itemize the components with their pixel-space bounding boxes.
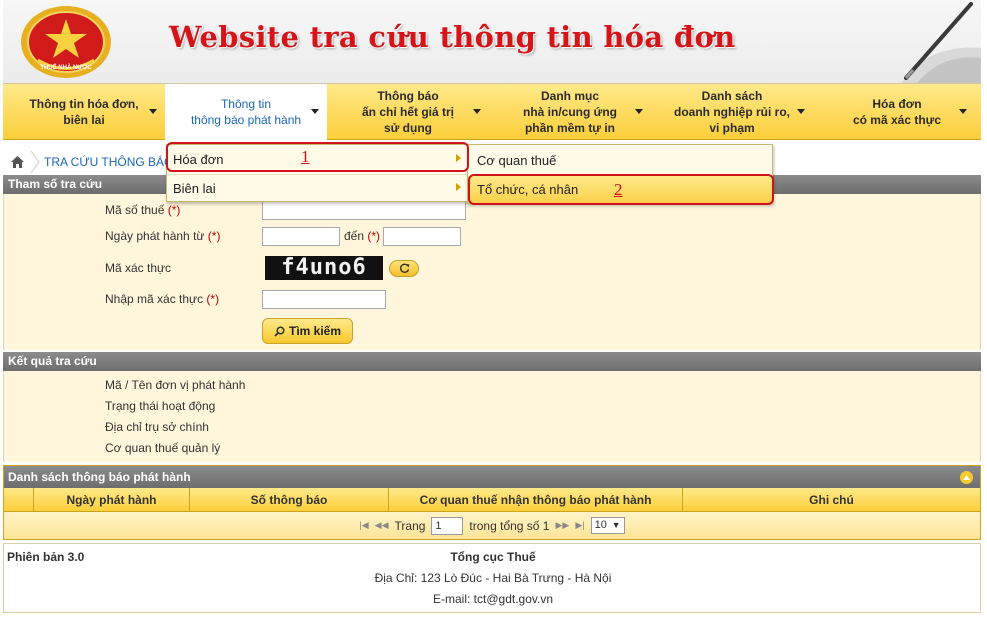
required-mark: (*) [367, 229, 381, 243]
main-menu: Thông tin hóa đơn, biên lai Thông tin thôn… [3, 84, 981, 140]
caret-down-icon [311, 109, 319, 114]
refresh-captcha-button[interactable] [389, 260, 419, 277]
caret-down-icon [959, 109, 967, 114]
menu-label: nhà in/cung ứng [522, 105, 617, 119]
refresh-icon [399, 263, 409, 273]
notice-table-header: Ngày phát hành Số thông báo Cơ quan thuế… [4, 488, 980, 512]
caret-down-icon [635, 109, 643, 114]
menu-issuance-notice[interactable]: Thông tin thông báo phát hành [165, 84, 327, 140]
footer-address: Địa Chỉ: 123 Lò Đúc - Hai Bà Trưng - Hà … [374, 571, 612, 585]
menu-label: Danh mục [540, 89, 599, 103]
table-col-notes[interactable]: Ghi chú [683, 488, 980, 511]
state-emblem-logo: THUẾ NHÀ NƯỚC [21, 6, 111, 78]
svg-text:THUẾ NHÀ NƯỚC: THUẾ NHÀ NƯỚC [40, 63, 92, 71]
result-field-status: Trạng thái hoạt động [105, 399, 216, 413]
step1-highlight-box [166, 142, 469, 172]
next-page-icon[interactable]: ▶▶ [555, 520, 569, 531]
tax-code-label-text: Mã số thuế [105, 203, 165, 217]
tax-code-input[interactable] [262, 201, 466, 220]
required-mark: (*) [206, 292, 220, 306]
chevron-up-icon [963, 475, 970, 480]
caret-down-icon [149, 109, 157, 114]
notice-list-title: Danh sách thông báo phát hành [8, 470, 191, 484]
page-size-value: 10 [594, 519, 607, 531]
menu-risky-businesses[interactable]: Danh sách doanh nghiệp rủi ro, vi phạm [651, 84, 813, 140]
captcha-image: f4uno6 [265, 256, 383, 280]
issue-date-label-text: Ngày phát hành từ [105, 229, 205, 243]
tax-code-label: Mã số thuế (*) [105, 203, 180, 217]
required-mark: (*) [167, 203, 181, 217]
step2-number: 2 [614, 180, 623, 199]
result-field-tax-office: Cơ quan thuế quản lý [105, 441, 221, 455]
menu-expired-forms[interactable]: Thông báo ấn chỉ hết giá trị sử dụng [327, 84, 489, 140]
table-col-receiving-office[interactable]: Cơ quan thuế nhận thông báo phát hành [389, 488, 683, 511]
menu-label: Danh sách [701, 89, 763, 103]
menu-label: vi phạm [709, 121, 755, 135]
pager-total-label: trong tổng số 1 [469, 518, 550, 533]
menu-printers-list[interactable]: Danh mục nhà in/cung ứng phần mềm tự in [489, 84, 651, 140]
breadcrumb-current[interactable]: TRA CỨU THÔNG BÁO [44, 155, 173, 169]
table-col-issue-date[interactable]: Ngày phát hành [34, 488, 190, 511]
menu-label: Hóa đơn [872, 97, 922, 111]
menu-label: Thông tin [220, 97, 272, 111]
date-to-label: đến (*) [344, 229, 380, 243]
result-section-title: Kết quả tra cứu [3, 352, 981, 371]
menu-label: sử dụng [383, 121, 432, 135]
date-to-label-text: đến [344, 229, 365, 243]
pager-page-label: Trang [394, 518, 426, 533]
page-number-input[interactable]: 1 [431, 516, 464, 535]
date-to-input[interactable] [383, 227, 461, 246]
menu-label: Thông báo [377, 89, 439, 103]
menu-label: thông báo phát hành [190, 113, 302, 127]
result-field-address: Địa chỉ trụ sở chính [105, 420, 209, 434]
search-icon [274, 325, 285, 337]
pager: |◀ ◀◀ Trang 1 trong tổng số 1 ▶▶ ▶| 10 ▼ [4, 512, 980, 539]
menu-label: có mã xác thực [852, 113, 942, 127]
breadcrumb-separator-icon [30, 151, 40, 173]
menu-label: phần mềm tự in [524, 121, 615, 135]
submenu-item-receipt[interactable]: Biên lai [167, 174, 467, 201]
step1-number: 1 [301, 147, 310, 166]
menu-label: Thông tin hóa đơn, [29, 97, 139, 111]
result-field-issuer: Mã / Tên đơn vị phát hành [105, 378, 246, 392]
submenu-item-label: Biên lai [173, 181, 216, 196]
footer: Phiên bản 3.0 Tổng cục Thuế Địa Chỉ: 123… [3, 543, 981, 613]
notice-list-panel: Danh sách thông báo phát hành Ngày phát … [3, 465, 981, 540]
last-page-icon[interactable]: ▶| [575, 520, 584, 531]
search-button[interactable]: Tìm kiếm [262, 318, 353, 344]
search-button-label: Tìm kiếm [288, 324, 342, 338]
chevron-right-icon [456, 183, 461, 191]
footer-email[interactable]: E-mail: tct@gdt.gov.vn [4, 592, 982, 606]
caret-down-icon [797, 109, 805, 114]
menu-authenticated-invoice[interactable]: Hóa đơn có mã xác thực [813, 84, 981, 140]
chevron-down-icon: ▼ [611, 520, 621, 530]
captcha-input[interactable] [262, 290, 386, 309]
menu-invoice-receipt[interactable]: Thông tin hóa đơn, biên lai [3, 84, 165, 140]
captcha-input-label-text: Nhập mã xác thực [105, 292, 204, 306]
captcha-input-label: Nhập mã xác thực (*) [105, 292, 219, 306]
menu-label: ấn chỉ hết giá trị [361, 105, 454, 119]
captcha-label: Mã xác thực [105, 261, 172, 275]
table-col-notice-number[interactable]: Số thông báo [190, 488, 389, 511]
submenu-item-tax-office[interactable]: Cơ quan thuế [468, 147, 772, 174]
site-title: Website tra cứu thông tin hóa đơn [169, 20, 736, 54]
header-banner: THUẾ NHÀ NƯỚC Website tra cứu thông tin … [3, 0, 981, 84]
caret-down-icon [473, 109, 481, 114]
issue-date-label: Ngày phát hành từ (*) [105, 229, 220, 243]
home-icon[interactable] [11, 156, 24, 168]
menu-label: doanh nghiệp rủi ro, [674, 105, 790, 119]
table-col-index [4, 488, 34, 511]
footer-org: Tổng cục Thuế [450, 550, 536, 564]
collapse-button[interactable] [960, 471, 973, 484]
pen-hand-illustration [901, 2, 981, 83]
notice-list-header: Danh sách thông báo phát hành [4, 466, 980, 488]
required-mark: (*) [207, 229, 221, 243]
page-size-select[interactable]: 10 ▼ [590, 517, 625, 534]
menu-label: biên lai [63, 113, 105, 127]
first-page-icon[interactable]: |◀ [359, 520, 368, 531]
prev-page-icon[interactable]: ◀◀ [375, 520, 389, 531]
date-from-input[interactable] [262, 227, 340, 246]
